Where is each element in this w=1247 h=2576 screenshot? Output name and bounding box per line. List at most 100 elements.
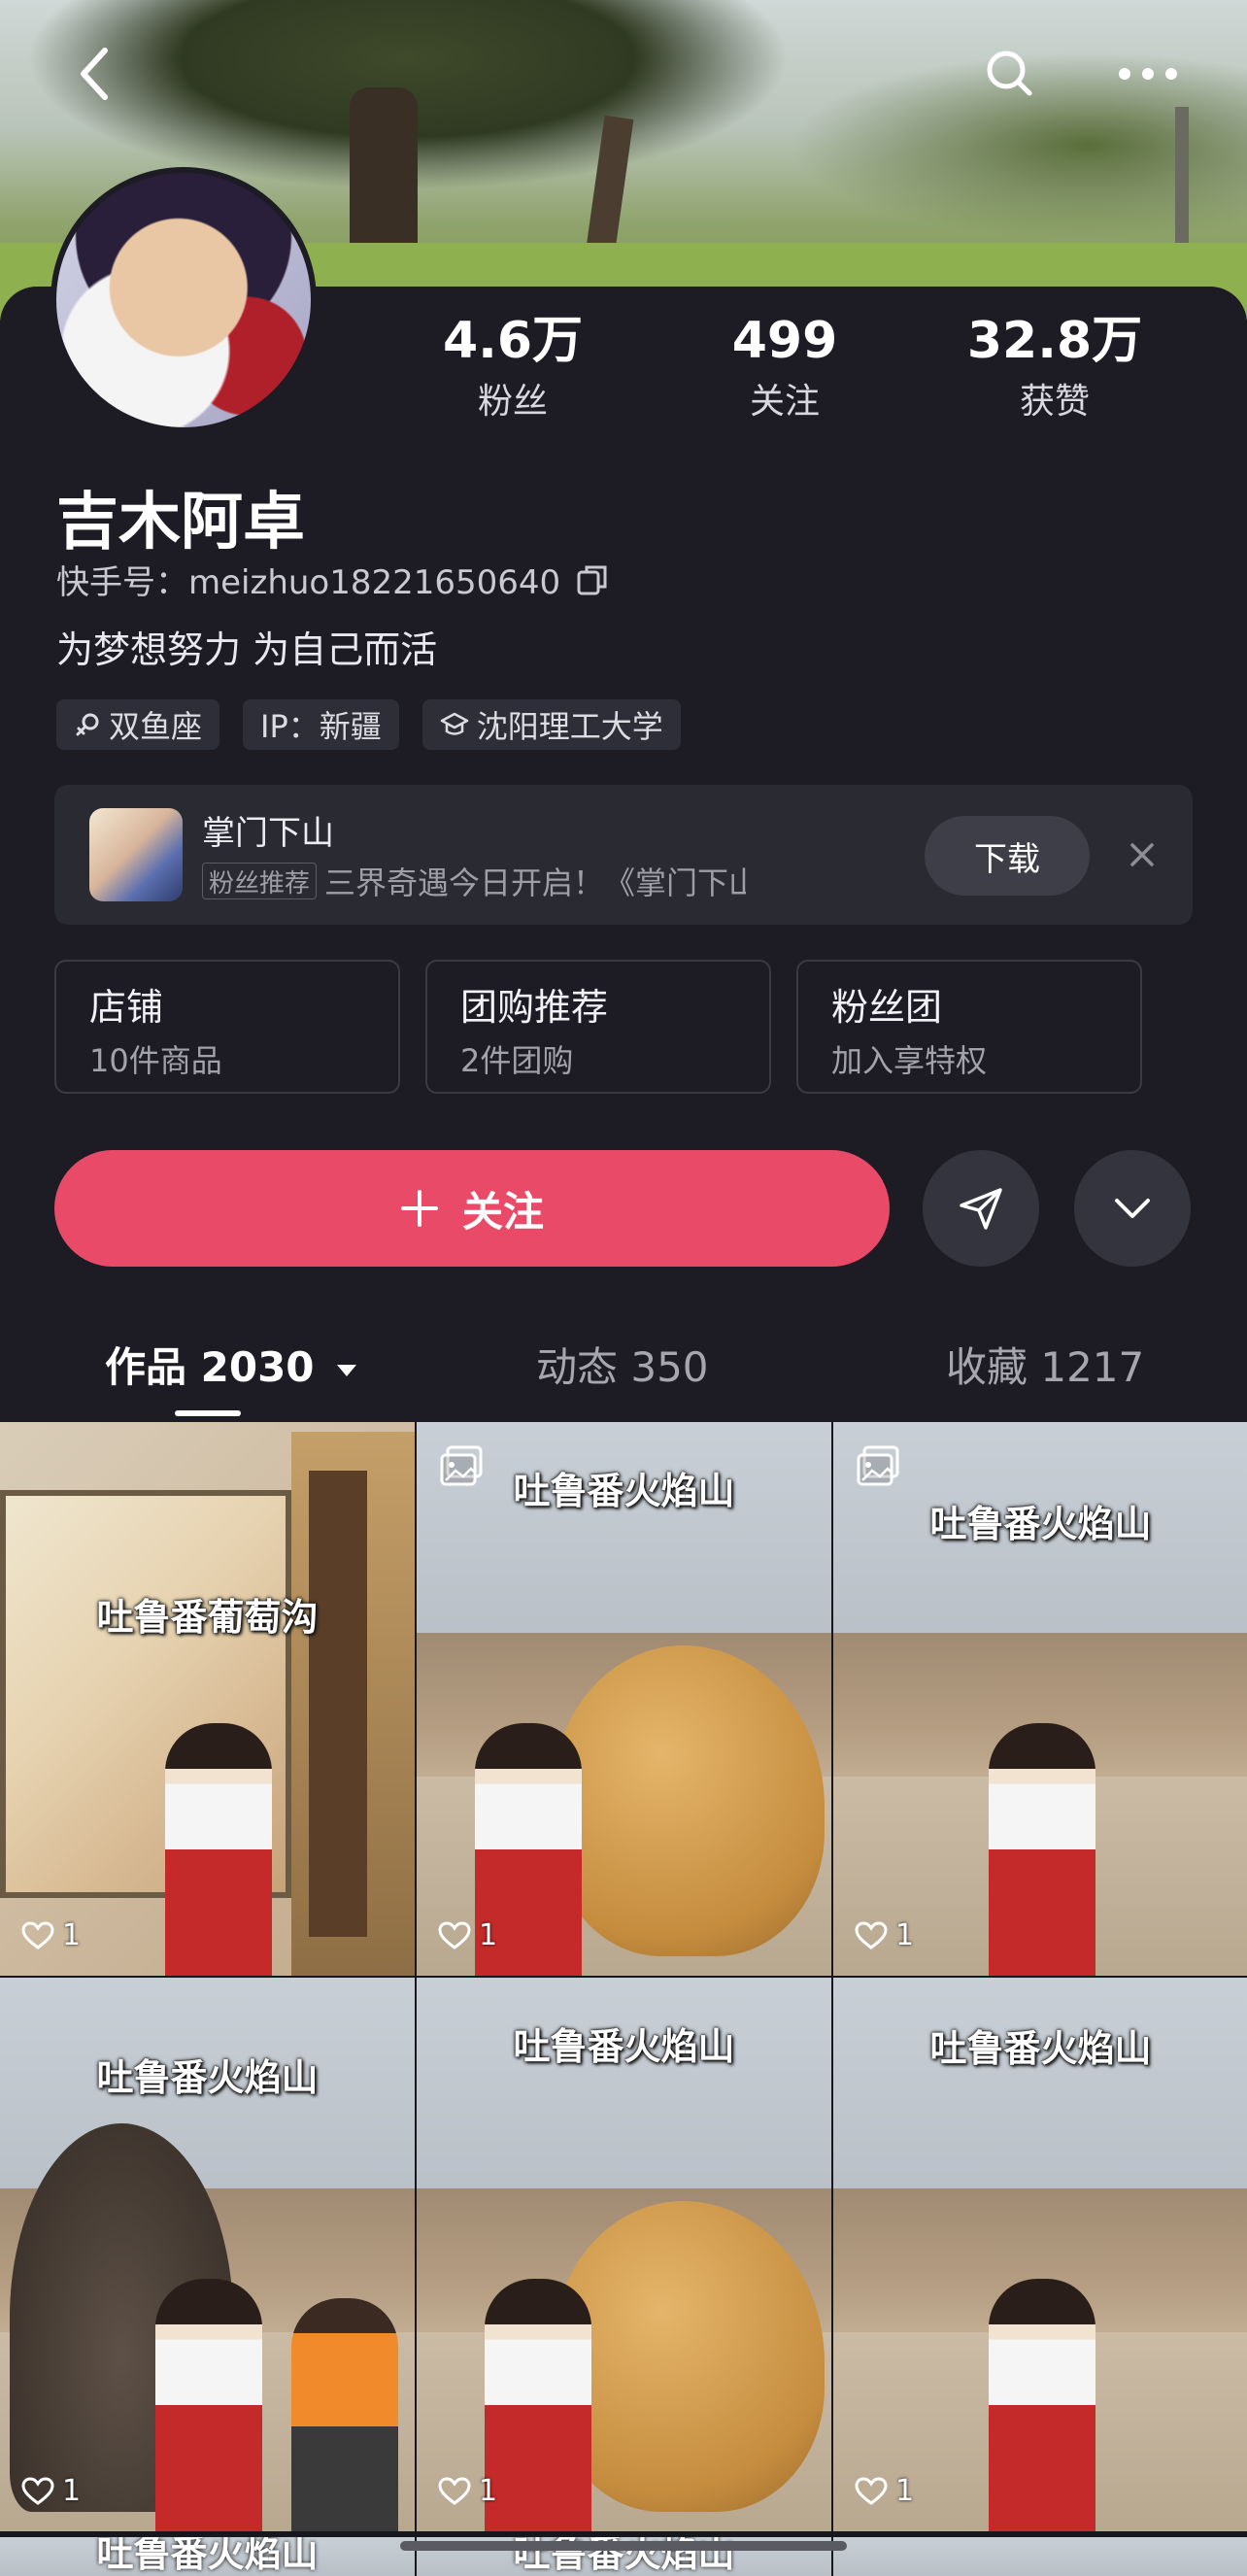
like-count: 1 bbox=[855, 2474, 914, 2508]
send-icon bbox=[960, 1188, 1002, 1230]
video-caption: 吐鲁番火焰山 bbox=[929, 2027, 1152, 2070]
tab-indicator bbox=[175, 1410, 241, 1416]
follow-button[interactable]: 关注 bbox=[54, 1150, 890, 1267]
tag-label: IP：新疆 bbox=[260, 708, 382, 745]
like-count: 1 bbox=[21, 1918, 81, 1952]
tab-works[interactable]: 作品 2030 bbox=[105, 1335, 359, 1394]
search-button[interactable] bbox=[979, 43, 1041, 105]
profile-name: 吉木阿卓 bbox=[56, 487, 305, 559]
follow-label: 关注 bbox=[461, 1187, 544, 1236]
tile-store[interactable]: 店铺 10件商品 bbox=[54, 960, 400, 1094]
video-thumbnail[interactable]: 吐鲁番火焰山 1 bbox=[417, 1422, 831, 1976]
person bbox=[989, 1723, 1095, 1976]
person bbox=[485, 2279, 591, 2531]
video-thumbnail[interactable]: 吐鲁番火焰山 bbox=[0, 2537, 415, 2576]
person bbox=[989, 2279, 1095, 2531]
video-caption: 吐鲁番火焰山 bbox=[513, 2025, 735, 2068]
heart-icon bbox=[21, 1920, 54, 1949]
photo-album-icon bbox=[857, 1445, 899, 1486]
tag-school[interactable]: 沈阳理工大学 bbox=[421, 699, 681, 750]
like-count: 1 bbox=[438, 1918, 497, 1952]
video-thumbnail[interactable]: 吐鲁番火焰山 1 bbox=[833, 1422, 1247, 1976]
download-button[interactable]: 下载 bbox=[925, 816, 1090, 896]
close-icon bbox=[1130, 843, 1154, 866]
back-button[interactable] bbox=[64, 43, 126, 105]
person bbox=[155, 2279, 262, 2531]
stat-label: 获赞 bbox=[1019, 382, 1090, 422]
stat-label: 关注 bbox=[749, 382, 820, 422]
like-count: 1 bbox=[438, 2474, 497, 2508]
stat-value: 4.6万 bbox=[442, 312, 584, 370]
more-dots-icon bbox=[1119, 68, 1177, 80]
copy-icon[interactable] bbox=[576, 563, 609, 596]
heart-icon bbox=[438, 1920, 471, 1949]
video-thumbnail[interactable]: 吐鲁番火焰山 1 bbox=[417, 1978, 831, 2531]
stat-following[interactable]: 499 关注 bbox=[678, 313, 892, 424]
profile-bio: 为梦想努力 为自己而活 bbox=[56, 628, 438, 671]
game-app-icon bbox=[89, 808, 183, 901]
tile-fan-club[interactable]: 粉丝团 加入享特权 bbox=[796, 960, 1142, 1094]
tag-zodiac: 双鱼座 bbox=[56, 699, 220, 750]
scenic-sign-panel bbox=[309, 1471, 367, 1937]
chevron-left-icon bbox=[81, 48, 108, 100]
tile-subtitle: 2件团购 bbox=[460, 1042, 574, 1079]
plus-icon bbox=[400, 1190, 438, 1227]
tab-label: 作品 2030 bbox=[105, 1343, 315, 1391]
promo-subtitle-row: 粉丝推荐 三界奇遇今日开启！《掌门下山… bbox=[202, 859, 746, 903]
kuaishou-id: 快手号：meizhuo18221650640 bbox=[56, 563, 561, 602]
promo-ad-tag: 粉丝推荐 bbox=[202, 863, 318, 899]
graduation-cap-icon bbox=[440, 712, 469, 735]
video-thumbnail[interactable]: 吐鲁番葡萄沟 1 bbox=[0, 1422, 415, 1976]
heart-icon bbox=[855, 1920, 888, 1949]
content-tabs: 作品 2030 动态 350 收藏 1217 bbox=[0, 1321, 1247, 1418]
tile-title: 粉丝团 bbox=[831, 986, 943, 1029]
home-indicator bbox=[400, 2541, 847, 2551]
promo-title: 掌门下山 bbox=[202, 814, 334, 853]
female-icon bbox=[76, 713, 99, 736]
tile-subtitle: 加入享特权 bbox=[831, 1042, 988, 1079]
video-caption: 吐鲁番火焰山 bbox=[929, 1503, 1152, 1545]
avatar[interactable] bbox=[51, 167, 317, 433]
video-caption: 吐鲁番火焰山 bbox=[96, 2537, 319, 2575]
like-count: 1 bbox=[855, 1918, 914, 1952]
like-count-value: 1 bbox=[479, 2474, 498, 2508]
stat-label: 粉丝 bbox=[477, 382, 548, 422]
expand-button[interactable] bbox=[1074, 1150, 1191, 1267]
share-button[interactable] bbox=[923, 1150, 1039, 1267]
tag-label: 沈阳理工大学 bbox=[476, 708, 663, 745]
like-count-value: 1 bbox=[895, 1918, 915, 1952]
person bbox=[291, 2298, 398, 2531]
promo-subtitle: 三界奇遇今日开启！《掌门下山… bbox=[324, 864, 746, 901]
video-thumbnail[interactable] bbox=[833, 2537, 1247, 2576]
close-promo-button[interactable] bbox=[1123, 835, 1162, 874]
tile-group-buy[interactable]: 团购推荐 2件团购 bbox=[425, 960, 771, 1094]
tile-title: 店铺 bbox=[89, 986, 164, 1029]
chevron-down-icon bbox=[1115, 1199, 1150, 1218]
person bbox=[165, 1723, 272, 1976]
more-button[interactable] bbox=[1117, 43, 1179, 105]
game-promo-card[interactable]: 掌门下山 粉丝推荐 三界奇遇今日开启！《掌门下山… 下载 bbox=[54, 785, 1193, 925]
like-count-value: 1 bbox=[895, 2474, 915, 2508]
like-count-value: 1 bbox=[479, 1918, 498, 1952]
stat-likes[interactable]: 32.8万 获赞 bbox=[948, 313, 1162, 424]
video-thumbnail[interactable]: 吐鲁番火焰山 1 bbox=[0, 1978, 415, 2531]
like-count-value: 1 bbox=[62, 2474, 82, 2508]
stat-fans[interactable]: 4.6万 粉丝 bbox=[406, 313, 620, 424]
tab-favorites[interactable]: 收藏 1217 bbox=[946, 1335, 1144, 1394]
stat-value: 32.8万 bbox=[966, 312, 1143, 370]
video-thumbnail[interactable]: 吐鲁番火焰山 1 bbox=[833, 1978, 1247, 2531]
stat-value: 499 bbox=[731, 312, 838, 370]
video-caption: 吐鲁番火焰山 bbox=[96, 2056, 319, 2099]
tab-moments[interactable]: 动态 350 bbox=[536, 1335, 709, 1394]
search-icon bbox=[987, 51, 1032, 96]
tag-ip: IP：新疆 bbox=[243, 699, 399, 750]
works-grid: 吐鲁番葡萄沟 1 吐鲁番火焰山 1 吐鲁番火焰山 1 吐鲁番火焰山 1 吐鲁番火… bbox=[0, 1422, 1247, 2531]
like-count-value: 1 bbox=[62, 1918, 82, 1952]
feature-tiles: 店铺 10件商品 团购推荐 2件团购 粉丝团 加入享特权 bbox=[54, 960, 1142, 1094]
tile-subtitle: 10件商品 bbox=[89, 1042, 222, 1079]
caret-down-icon bbox=[337, 1364, 357, 1376]
tile-title: 团购推荐 bbox=[460, 986, 609, 1029]
video-caption: 吐鲁番葡萄沟 bbox=[96, 1596, 319, 1639]
like-count: 1 bbox=[21, 2474, 81, 2508]
kuaishou-id-row: 快手号：meizhuo18221650640 bbox=[56, 556, 609, 603]
